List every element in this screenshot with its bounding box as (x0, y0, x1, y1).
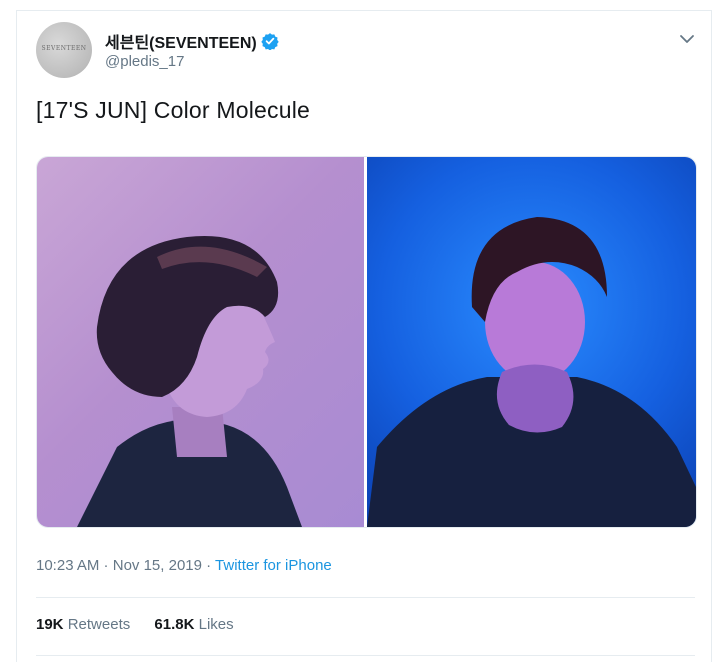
retweets-count: 19K (36, 616, 64, 633)
tweet-stats: 19K Retweets 61.8K Likes (36, 616, 254, 633)
tweet-card: SEVENTEEN 세븐틴(SEVENTEEN) @pledis_17 [17'… (16, 10, 712, 662)
retweets-label: Retweets (67, 616, 131, 633)
verified-badge-icon (261, 32, 279, 51)
tweet-date[interactable]: Nov 15, 2019 (113, 557, 202, 574)
tweet-meta: 10:23 AM · Nov 15, 2019 · Twitter for iP… (36, 557, 332, 574)
meta-separator: · (201, 557, 216, 574)
likes-label: Likes (198, 616, 234, 633)
author-name-row[interactable]: 세븐틴(SEVENTEEN) (105, 29, 279, 53)
tweet-media (36, 156, 697, 528)
divider (36, 655, 695, 656)
photo-frontal-portrait[interactable] (367, 157, 696, 527)
avatar[interactable]: SEVENTEEN (36, 22, 92, 78)
avatar-logo-text: SEVENTEEN (41, 45, 87, 52)
likes-count: 61.8K (154, 616, 195, 633)
tweet-time[interactable]: 10:23 AM (36, 557, 99, 574)
author-display-name[interactable]: 세븐틴(SEVENTEEN) (105, 29, 257, 53)
meta-separator: · (99, 557, 113, 574)
chevron-down-icon[interactable] (677, 29, 697, 49)
author-handle[interactable]: @pledis_17 (105, 53, 184, 70)
divider (36, 597, 695, 598)
likes-stat[interactable]: 61.8K Likes (154, 616, 233, 633)
tweet-source-link[interactable]: Twitter for iPhone (215, 557, 332, 574)
photo-profile-portrait[interactable] (37, 157, 364, 527)
tweet-text: [17'S JUN] Color Molecule (36, 97, 310, 123)
retweets-stat[interactable]: 19K Retweets (36, 616, 130, 633)
